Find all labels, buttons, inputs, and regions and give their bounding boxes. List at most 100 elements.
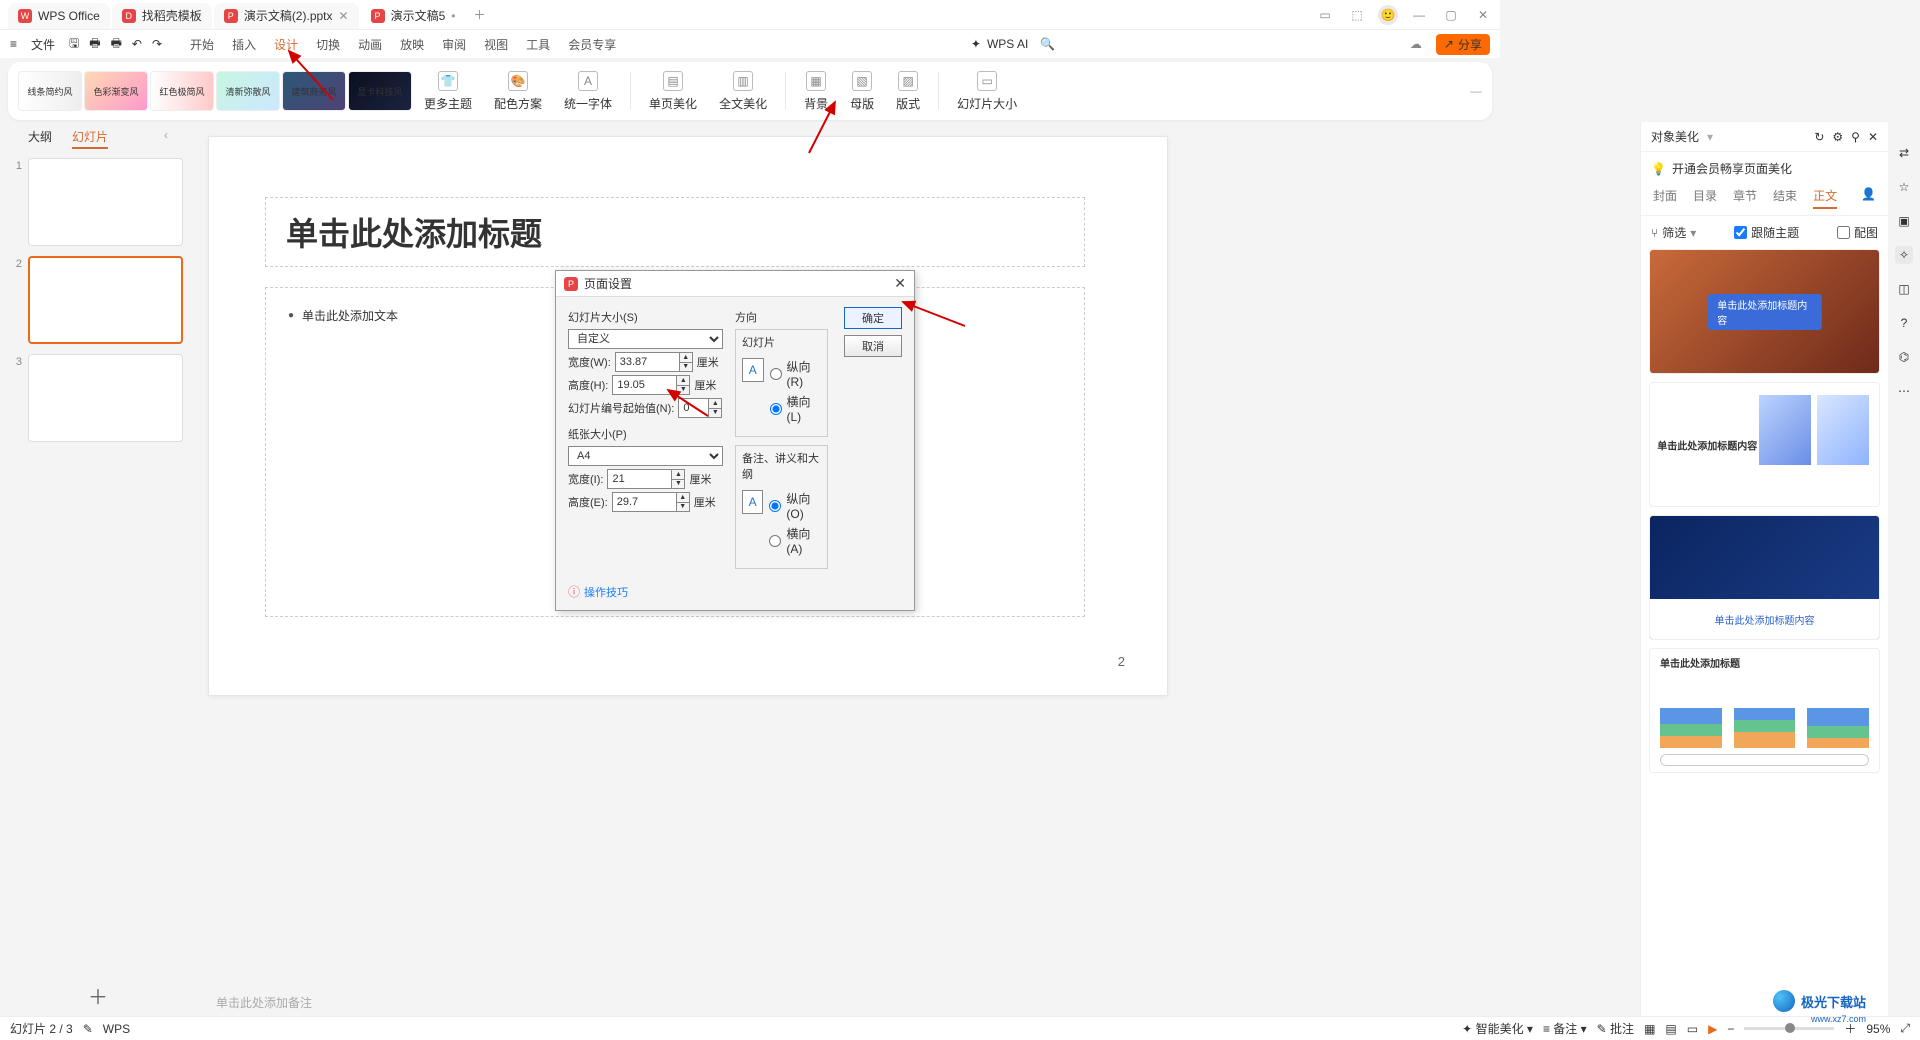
- redo-icon[interactable]: ↷: [152, 37, 162, 51]
- title-placeholder[interactable]: 单击此处添加标题: [265, 197, 1085, 267]
- tab-insert[interactable]: 插入: [232, 36, 256, 53]
- help-icon[interactable]: ?: [1895, 314, 1913, 332]
- person-icon[interactable]: 👤: [1861, 187, 1876, 209]
- minimize-icon[interactable]: —: [1408, 4, 1430, 26]
- notes-toggle[interactable]: ≡ 备注 ▾: [1543, 1020, 1587, 1037]
- window-close-icon[interactable]: ✕: [1472, 4, 1494, 26]
- follow-theme-checkbox[interactable]: 跟随主题: [1734, 224, 1799, 241]
- add-slide-button[interactable]: ＋: [88, 981, 108, 1010]
- view-reading-icon[interactable]: ▭: [1687, 1022, 1698, 1036]
- unify-font-button[interactable]: A统一字体: [554, 69, 622, 114]
- avatar-icon[interactable]: 🙂: [1378, 5, 1398, 25]
- theme-gradient[interactable]: 色彩渐变风: [84, 71, 148, 111]
- panel-hint[interactable]: 开通会员畅享页面美化: [1672, 160, 1792, 177]
- tab-wps-home[interactable]: WWPS Office: [8, 3, 110, 29]
- paper-size-select[interactable]: A4: [568, 446, 723, 466]
- tab-review[interactable]: 审阅: [442, 36, 466, 53]
- fit-icon[interactable]: ⤢: [1900, 1021, 1910, 1036]
- cancel-button[interactable]: 取消: [844, 335, 902, 357]
- spinner-icon[interactable]: ▲▼: [708, 398, 722, 418]
- template-item[interactable]: 单击此处添加标题内容: [1649, 515, 1880, 640]
- slide-size-button[interactable]: ▭幻灯片大小: [947, 69, 1027, 114]
- maximize-icon[interactable]: ▢: [1440, 4, 1462, 26]
- tab-animation[interactable]: 动画: [358, 36, 382, 53]
- view-sorter-icon[interactable]: ▤: [1665, 1022, 1676, 1036]
- star-icon[interactable]: ☆: [1895, 178, 1913, 196]
- smart-beautify-button[interactable]: ✦ 智能美化 ▾: [1462, 1020, 1533, 1037]
- share-button[interactable]: ↗分享: [1436, 34, 1490, 55]
- annotate-toggle[interactable]: ✎ 批注: [1597, 1020, 1634, 1037]
- wps-ai-button[interactable]: ✦WPS AI🔍: [971, 37, 1055, 51]
- match-image-checkbox[interactable]: 配图: [1837, 224, 1878, 241]
- notes-landscape-radio[interactable]: 横向(A): [769, 525, 820, 556]
- theme-red[interactable]: 红色极简风: [150, 71, 214, 111]
- save-icon[interactable]: 🖫: [69, 34, 79, 55]
- master-button[interactable]: ▧母版: [840, 69, 884, 114]
- template-item[interactable]: 单击此处添加标题: [1649, 648, 1880, 773]
- single-beautify-button[interactable]: ▤单页美化: [639, 69, 707, 114]
- close-panel-icon[interactable]: ✕: [1868, 130, 1878, 144]
- slide-portrait-radio[interactable]: 纵向(R): [770, 358, 821, 389]
- tab-tools[interactable]: 工具: [526, 36, 550, 53]
- tab-file-1[interactable]: P演示文稿(2).pptx✕: [214, 3, 359, 29]
- menu-icon[interactable]: ≡: [10, 37, 17, 51]
- tab-templates[interactable]: D找稻壳模板: [112, 3, 212, 29]
- collapse-ribbon-icon[interactable]: —: [1470, 84, 1482, 98]
- zoom-out-icon[interactable]: −: [1727, 1022, 1734, 1036]
- tab-menu-icon[interactable]: •: [451, 9, 455, 23]
- spinner-icon[interactable]: ▲▼: [676, 375, 690, 395]
- adjust-icon[interactable]: ⇄: [1895, 144, 1913, 162]
- rp-tab-toc[interactable]: 目录: [1693, 187, 1717, 209]
- rp-tab-end[interactable]: 结束: [1773, 187, 1797, 209]
- slide-thumb-1[interactable]: [28, 158, 183, 246]
- layers-icon[interactable]: ▣: [1895, 212, 1913, 230]
- height-input[interactable]: [612, 375, 676, 395]
- tab-transition[interactable]: 切换: [316, 36, 340, 53]
- tab-view[interactable]: 视图: [484, 36, 508, 53]
- slide-size-select[interactable]: 自定义: [568, 329, 723, 349]
- layout-button[interactable]: ▨版式: [886, 69, 930, 114]
- theme-minimal-lines[interactable]: 线条简约风: [18, 71, 82, 111]
- close-icon[interactable]: ✕: [339, 9, 349, 23]
- play-icon[interactable]: ▶: [1708, 1022, 1717, 1036]
- ok-button[interactable]: 确定: [844, 307, 902, 329]
- spinner-icon[interactable]: ▲▼: [671, 469, 685, 489]
- filter-label[interactable]: 筛选: [1662, 224, 1686, 241]
- dialog-titlebar[interactable]: P 页面设置 ✕: [556, 271, 914, 297]
- theme-building[interactable]: 建筑商务风: [282, 71, 346, 111]
- tab-start[interactable]: 开始: [190, 36, 214, 53]
- slide-thumb-2[interactable]: [28, 256, 183, 344]
- theme-tech[interactable]: 显卡科技风: [348, 71, 412, 111]
- tab-slideshow[interactable]: 放映: [400, 36, 424, 53]
- tab-member[interactable]: 会员专享: [568, 36, 616, 53]
- outline-tab-outline[interactable]: 大纲: [28, 128, 52, 149]
- search-icon[interactable]: 🔍: [1040, 37, 1055, 51]
- cube-icon[interactable]: ⬚: [1346, 4, 1368, 26]
- plugin-icon[interactable]: ⌬: [1895, 348, 1913, 366]
- tab-design[interactable]: 设计: [274, 36, 298, 53]
- spinner-icon[interactable]: ▲▼: [679, 352, 693, 372]
- theme-fresh[interactable]: 清新弥散风: [216, 71, 280, 111]
- start-number-input[interactable]: [678, 398, 708, 418]
- file-menu[interactable]: 文件: [31, 36, 55, 53]
- gear-icon[interactable]: ⚙: [1832, 130, 1843, 144]
- rp-tab-chapter[interactable]: 章节: [1733, 187, 1757, 209]
- template-item[interactable]: 单击此处添加标题内容: [1649, 382, 1880, 507]
- paper-height-input[interactable]: [612, 492, 676, 512]
- color-scheme-button[interactable]: 🎨配色方案: [484, 69, 552, 114]
- more-themes-button[interactable]: 👕更多主题: [414, 69, 482, 114]
- slide-thumb-3[interactable]: [28, 354, 183, 442]
- new-tab-button[interactable]: ＋: [473, 6, 485, 23]
- dialog-close-icon[interactable]: ✕: [894, 275, 906, 292]
- wand-icon[interactable]: ✧: [1895, 246, 1913, 264]
- filter-icon[interactable]: ⑂: [1651, 226, 1658, 240]
- spinner-icon[interactable]: ▲▼: [676, 492, 690, 512]
- notes-placeholder[interactable]: 单击此处添加备注: [210, 988, 1640, 1016]
- cloud-icon[interactable]: ☁: [1410, 37, 1422, 51]
- pin-icon[interactable]: ⚲: [1851, 130, 1860, 144]
- width-input[interactable]: [615, 352, 679, 372]
- rp-tab-cover[interactable]: 封面: [1653, 187, 1677, 209]
- paper-width-input[interactable]: [607, 469, 671, 489]
- crop-icon[interactable]: ◫: [1895, 280, 1913, 298]
- background-button[interactable]: ▦背景: [794, 69, 838, 114]
